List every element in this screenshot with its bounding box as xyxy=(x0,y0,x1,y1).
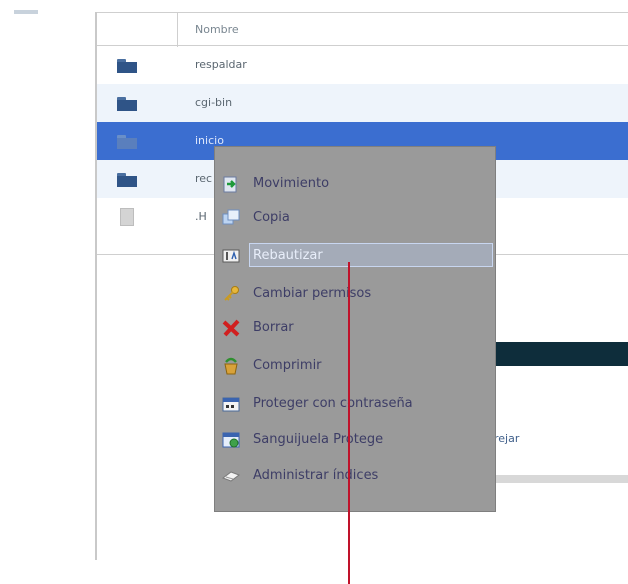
folder-icon xyxy=(117,173,137,187)
left-panel-tab xyxy=(14,10,38,14)
menu-item-copy[interactable]: Copia xyxy=(215,205,497,231)
menu-item-rename[interactable]: Rebautizar xyxy=(215,243,497,269)
move-icon xyxy=(221,174,241,194)
panel-link[interactable]: rejar xyxy=(494,432,519,445)
menu-item-label: Movimiento xyxy=(253,176,330,191)
file-name[interactable]: cgi-bin xyxy=(195,96,232,109)
menu-item-label: Cambiar permisos xyxy=(253,286,372,301)
menu-item-password-protect[interactable]: Proteger con contraseña xyxy=(215,391,497,417)
leech-protect-icon xyxy=(221,430,241,450)
password-protect-icon xyxy=(221,394,241,414)
menu-item-label: Borrar xyxy=(253,320,294,335)
file-name[interactable]: rec xyxy=(195,172,212,185)
column-header-name[interactable]: Nombre xyxy=(195,23,239,36)
menu-item-label: Comprimir xyxy=(253,358,322,373)
menu-item-leech-protect[interactable]: Sanguijuela Protege xyxy=(215,427,497,453)
annotation-pointer-line xyxy=(348,262,350,584)
key-icon xyxy=(221,284,241,304)
menu-item-move[interactable]: Movimiento xyxy=(215,171,497,197)
folder-icon xyxy=(117,135,137,149)
file-name[interactable]: .H xyxy=(195,210,207,223)
menu-item-compress[interactable]: Comprimir xyxy=(215,353,497,379)
panel-bottom-edge xyxy=(494,475,628,483)
menu-item-permissions[interactable]: Cambiar permisos xyxy=(215,281,497,307)
header-separator xyxy=(177,13,178,47)
menu-item-label: Proteger con contraseña xyxy=(253,396,413,411)
menu-item-label: Sanguijuela Protege xyxy=(253,432,384,447)
folder-icon xyxy=(117,97,137,111)
delete-icon xyxy=(221,318,241,338)
panel-header-bar xyxy=(494,342,628,366)
index-manager-icon xyxy=(221,466,241,486)
menu-item-label: Administrar índices xyxy=(253,468,379,483)
menu-item-label: Copia xyxy=(253,210,290,225)
compress-icon xyxy=(221,356,241,376)
context-menu: Movimiento Copia Rebautizar Cambiar perm… xyxy=(214,146,496,512)
rename-icon xyxy=(221,246,241,266)
file-name[interactable]: respaldar xyxy=(195,58,247,71)
left-panel xyxy=(0,0,97,584)
table-header: Nombre xyxy=(97,12,628,47)
table-row[interactable]: respaldar xyxy=(97,46,628,84)
menu-item-delete[interactable]: Borrar xyxy=(215,315,497,341)
menu-item-label: Rebautizar xyxy=(253,248,323,263)
copy-icon xyxy=(221,208,241,228)
folder-icon xyxy=(117,59,137,73)
table-row[interactable]: cgi-bin xyxy=(97,84,628,122)
menu-item-manage-indexes[interactable]: Administrar índices xyxy=(215,463,497,489)
file-icon xyxy=(120,208,134,226)
